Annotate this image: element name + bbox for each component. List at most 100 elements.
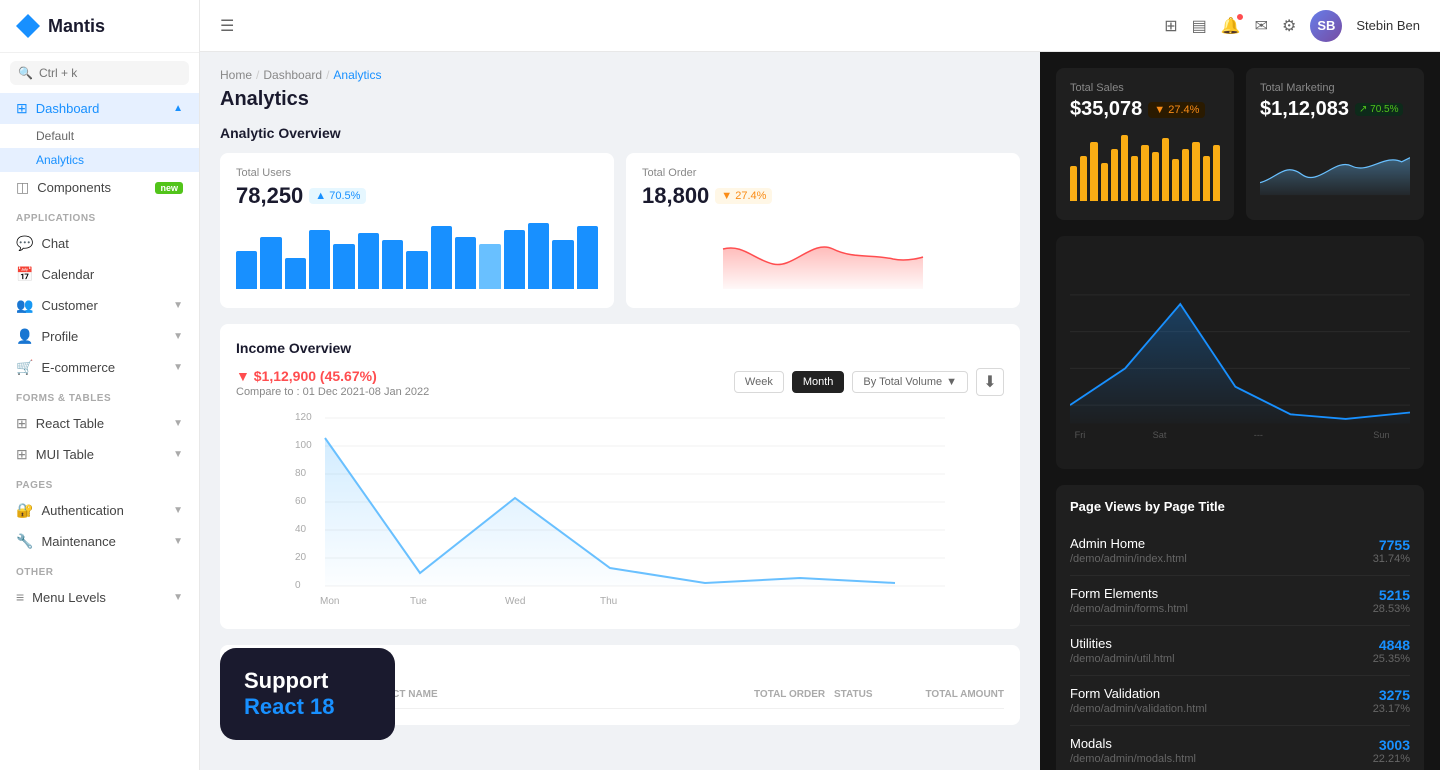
stats-row: Total Users 78,250 ▲ 70.5%	[220, 153, 1020, 308]
svg-text:Tue: Tue	[410, 596, 427, 607]
pv-count-1: 7755	[1373, 537, 1410, 553]
svg-text:80: 80	[295, 468, 307, 479]
top-header: ☰ ⊞ ▤ 🔔 ✉ ⚙ SB Stebin Ben	[200, 0, 1440, 52]
bar-14	[552, 240, 573, 289]
download-button[interactable]: ⬇	[976, 368, 1004, 396]
profile-icon: 👤	[16, 328, 33, 345]
sidebar-label-auth: Authentication	[41, 503, 123, 518]
dark-bar-10	[1162, 138, 1169, 201]
sidebar-label-ecommerce: E-commerce	[41, 360, 115, 375]
pv-count-2: 5215	[1373, 587, 1410, 603]
stat-value-order: 18,800	[642, 183, 709, 209]
sidebar-label-react-table: React Table	[36, 416, 104, 431]
breadcrumb-dashboard[interactable]: Dashboard	[263, 68, 322, 82]
pv-name-2: Form Elements	[1070, 586, 1373, 601]
search-box[interactable]: 🔍	[10, 61, 189, 85]
card-icon[interactable]: ▤	[1192, 16, 1207, 36]
sidebar-sub-default[interactable]: Default	[0, 124, 199, 148]
avatar[interactable]: SB	[1310, 10, 1342, 42]
sidebar-item-chat[interactable]: 💬 Chat	[0, 228, 199, 259]
dark-stat-value-marketing: $1,12,083	[1260, 98, 1349, 121]
settings-icon[interactable]: ⚙	[1282, 16, 1296, 36]
dark-stat-marketing: Total Marketing $1,12,083 ↗ 70.5%	[1246, 68, 1424, 220]
sidebar-label-calendar: Calendar	[41, 267, 94, 282]
dark-bar-2	[1080, 156, 1087, 202]
svg-text:---: ---	[1254, 430, 1263, 440]
pv-name-3: Utilities	[1070, 636, 1373, 651]
pv-item-3: Utilities /demo/admin/util.html 4848 25.…	[1070, 626, 1410, 676]
page-views-card: Page Views by Page Title Admin Home /dem…	[1056, 485, 1424, 770]
sidebar: Mantis 🔍 ⊞ Dashboard ▲ Default Analytics…	[0, 0, 200, 770]
logo-area[interactable]: Mantis	[0, 0, 199, 53]
stat-label-order: Total Order	[642, 167, 1004, 179]
dark-bar-7	[1131, 156, 1138, 202]
dropdown-chevron-icon: ▼	[946, 376, 957, 388]
sidebar-item-profile[interactable]: 👤 Profile ▼	[0, 321, 199, 352]
dropdown-label: By Total Volume	[863, 376, 942, 388]
dark-bar-1	[1070, 166, 1077, 201]
week-button[interactable]: Week	[734, 371, 784, 393]
sidebar-label-chat: Chat	[41, 236, 68, 251]
income-controls: Week Month By Total Volume ▼ ⬇	[734, 368, 1004, 396]
ecommerce-icon: 🛒	[16, 359, 33, 376]
search-icon: 🔍	[18, 66, 33, 80]
bar-6	[358, 233, 379, 289]
svg-text:40: 40	[295, 524, 307, 535]
breadcrumb-sep-1: /	[256, 68, 259, 82]
stat-value-users: 78,250	[236, 183, 303, 209]
breadcrumb: Home / Dashboard / Analytics	[220, 68, 1020, 82]
avatar-initials: SB	[1317, 18, 1335, 33]
pv-url-2: /demo/admin/forms.html	[1070, 603, 1373, 615]
chevron-up-icon: ▲	[173, 103, 183, 114]
svg-text:0: 0	[295, 580, 301, 591]
svg-text:Fri: Fri	[1075, 430, 1086, 440]
pv-pct-5: 22.21%	[1373, 753, 1410, 765]
pv-pct-1: 31.74%	[1373, 553, 1410, 565]
chevron-down-icon-8: ▼	[173, 592, 183, 603]
grid-icon[interactable]: ⊞	[1164, 16, 1177, 36]
sidebar-sub-analytics[interactable]: Analytics	[0, 148, 199, 172]
income-line-chart: 120 100 80 60 40 20 0	[236, 408, 1004, 608]
dark-line-chart: Fri Sat --- Sun	[1070, 250, 1410, 450]
sidebar-item-dashboard[interactable]: ⊞ Dashboard ▲	[0, 93, 199, 124]
page-title: Analytics	[220, 88, 1020, 111]
main-right-panel: Total Sales $35,078 ▼ 27.4%	[1040, 52, 1440, 770]
stat-badge-order: ▼ 27.4%	[715, 188, 772, 204]
sidebar-item-authentication[interactable]: 🔐 Authentication ▼	[0, 495, 199, 526]
search-input[interactable]	[39, 66, 181, 80]
bar-15	[577, 226, 598, 289]
income-header: ▼ $1,12,900 (45.67%) Compare to : 01 Dec…	[236, 368, 1004, 398]
app-title: Mantis	[48, 16, 105, 37]
dark-badge-sales: ▼ 27.4%	[1148, 102, 1205, 118]
pv-item-4: Form Validation /demo/admin/validation.h…	[1070, 676, 1410, 726]
breadcrumb-analytics: Analytics	[333, 68, 381, 82]
sidebar-item-menu-levels[interactable]: ≡ Menu Levels ▼	[0, 582, 199, 612]
hamburger-icon[interactable]: ☰	[220, 16, 234, 36]
sidebar-item-mui-table[interactable]: ⊞ MUI Table ▼	[0, 439, 199, 470]
sidebar-item-calendar[interactable]: 📅 Calendar	[0, 259, 199, 290]
month-button[interactable]: Month	[792, 371, 845, 393]
mail-icon[interactable]: ✉	[1255, 16, 1268, 36]
sidebar-item-ecommerce[interactable]: 🛒 E-commerce ▼	[0, 352, 199, 383]
breadcrumb-home[interactable]: Home	[220, 68, 252, 82]
sidebar-item-react-table[interactable]: ⊞ React Table ▼	[0, 408, 199, 439]
dark-stat-label-marketing: Total Marketing	[1260, 82, 1410, 94]
download-icon: ⬇	[983, 372, 996, 392]
chevron-down-icon: ▼	[173, 300, 183, 311]
pv-url-3: /demo/admin/util.html	[1070, 653, 1373, 665]
notification-dot	[1236, 13, 1244, 21]
section-pages: Pages	[0, 470, 199, 495]
sales-bar-chart	[1070, 131, 1220, 201]
sidebar-item-customer[interactable]: 👥 Customer ▼	[0, 290, 199, 321]
notification-icon[interactable]: 🔔	[1221, 16, 1241, 36]
sidebar-item-maintenance[interactable]: 🔧 Maintenance ▼	[0, 526, 199, 557]
mui-table-icon: ⊞	[16, 446, 28, 463]
sidebar-item-components[interactable]: ◫ Components new	[0, 172, 199, 203]
dark-bar-4	[1101, 163, 1108, 202]
dark-stat-sales: Total Sales $35,078 ▼ 27.4%	[1056, 68, 1234, 220]
bar-11	[479, 244, 500, 290]
support-popup[interactable]: Support React 18	[220, 648, 395, 740]
stat-label-users: Total Users	[236, 167, 598, 179]
volume-dropdown[interactable]: By Total Volume ▼	[852, 371, 968, 393]
components-icon: ◫	[16, 179, 29, 196]
